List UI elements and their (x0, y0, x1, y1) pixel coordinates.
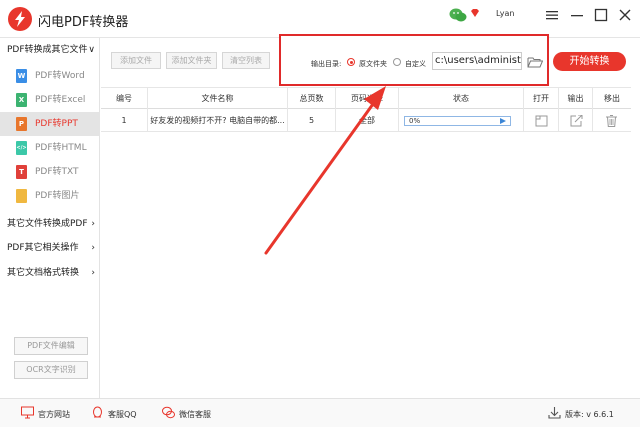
radio-custom-label[interactable]: 自定义 (405, 59, 426, 69)
chevron-down-icon: ∨ (88, 45, 95, 55)
website-link[interactable]: 官方网站 (38, 409, 70, 420)
txt-file-icon: T (16, 165, 27, 179)
row-remove (593, 110, 631, 132)
table-row[interactable]: 1 好友发的视频打不开? 电脑自带的都... 5 全部 0% (101, 110, 631, 132)
play-icon[interactable] (500, 118, 506, 124)
sidebar-group-other-to-pdf[interactable]: 其它文件转换成PDF › (0, 212, 100, 236)
clear-list-button[interactable]: 清空列表 (222, 52, 270, 69)
trash-icon[interactable] (606, 115, 617, 127)
menu-icon[interactable] (545, 8, 559, 22)
row-page-range[interactable]: 全部 (336, 110, 399, 132)
add-file-button[interactable]: 添加文件 (111, 52, 161, 69)
col-filename: 文件名称 (148, 88, 288, 110)
maximize-icon[interactable] (594, 8, 608, 22)
chevron-right-icon: › (91, 219, 95, 229)
col-pages: 总页数 (288, 88, 336, 110)
qq-support-link[interactable]: 客服QQ (108, 409, 137, 420)
app-title: 闪电PDF转换器 (38, 15, 129, 30)
start-conversion-button[interactable]: 开始转换 (553, 52, 626, 71)
sidebar-item-pdf-to-html[interactable]: </> PDF转HTML (0, 136, 100, 160)
sidebar-group-other-format[interactable]: 其它文档格式转换 › (0, 261, 100, 285)
excel-file-icon: X (16, 93, 27, 107)
export-icon[interactable] (570, 115, 583, 127)
ppt-file-icon: P (16, 117, 27, 131)
radio-source-folder-label[interactable]: 原文件夹 (359, 59, 387, 69)
row-output (559, 110, 593, 132)
row-filename: 好友发的视频打不开? 电脑自带的都... (148, 110, 288, 132)
html-file-icon: </> (16, 141, 27, 155)
chevron-right-icon: › (91, 243, 95, 253)
radio-custom[interactable] (393, 58, 401, 66)
wechat-icon[interactable] (449, 7, 467, 23)
sidebar-item-pdf-to-txt[interactable]: T PDF转TXT (0, 160, 100, 184)
pdf-edit-button[interactable]: PDF文件编辑 (14, 337, 88, 355)
sidebar-group-pdf-other-ops[interactable]: PDF其它相关操作 › (0, 236, 100, 260)
output-label: 输出目录: (311, 60, 342, 68)
col-status: 状态 (399, 88, 524, 110)
sidebar-item-pdf-to-word[interactable]: W PDF转Word (0, 64, 100, 88)
image-file-icon (16, 189, 27, 203)
sidebar-group-pdf-to-other[interactable]: PDF转换成其它文件 ∨ (0, 38, 100, 62)
close-icon[interactable] (618, 8, 632, 22)
col-remove: 移出 (604, 94, 620, 103)
add-folder-button[interactable]: 添加文件夹 (166, 52, 217, 69)
download-icon[interactable] (548, 406, 561, 419)
output-path-input[interactable]: c:\users\administ (432, 52, 522, 70)
version-info: 版本: v 6.6.1 (565, 410, 614, 419)
row-open (524, 110, 559, 132)
output-directory-panel: 输出目录: 原文件夹 自定义 c:\users\administ (279, 34, 549, 86)
table-header: 编号 文件名称 总页数 页码选择 状态 打开 输出 移出 (101, 87, 631, 110)
folder-open-icon[interactable] (527, 56, 543, 68)
ocr-button[interactable]: OCR文字识别 (14, 361, 88, 379)
chevron-right-icon: › (91, 268, 95, 278)
minimize-icon[interactable] (570, 8, 584, 22)
app-logo-icon (8, 7, 32, 31)
wechat-support-icon[interactable] (162, 406, 175, 419)
radio-source-folder[interactable] (347, 58, 355, 66)
sidebar-item-pdf-to-image[interactable]: PDF转图片 (0, 184, 100, 208)
website-icon[interactable] (21, 406, 34, 419)
footer: 官方网站 客服QQ 微信客服 版本: v 6.6.1 (0, 398, 640, 427)
row-index: 1 (101, 110, 148, 132)
row-status: 0% (399, 110, 524, 132)
user-name[interactable]: Lyan (496, 9, 514, 18)
open-file-icon[interactable] (535, 115, 548, 127)
col-index: 编号 (101, 88, 148, 110)
col-page-range: 页码选择 (336, 88, 399, 110)
wechat-support-link[interactable]: 微信客服 (179, 409, 211, 420)
sidebar-item-pdf-to-excel[interactable]: X PDF转Excel (0, 88, 100, 112)
row-pages: 5 (288, 110, 336, 132)
vip-icon[interactable] (470, 8, 480, 18)
sidebar-item-pdf-to-ppt[interactable]: P PDF转PPT (0, 112, 100, 136)
qq-icon[interactable] (91, 406, 104, 419)
word-file-icon: W (16, 69, 27, 83)
progress-bar: 0% (404, 116, 511, 126)
col-open: 打开 (524, 88, 559, 110)
title-bar: 闪电PDF转换器 Lyan (0, 0, 640, 38)
sidebar: PDF转换成其它文件 ∨ W PDF转Word X PDF转Excel P PD… (0, 38, 100, 398)
col-output: 输出 (559, 88, 593, 110)
